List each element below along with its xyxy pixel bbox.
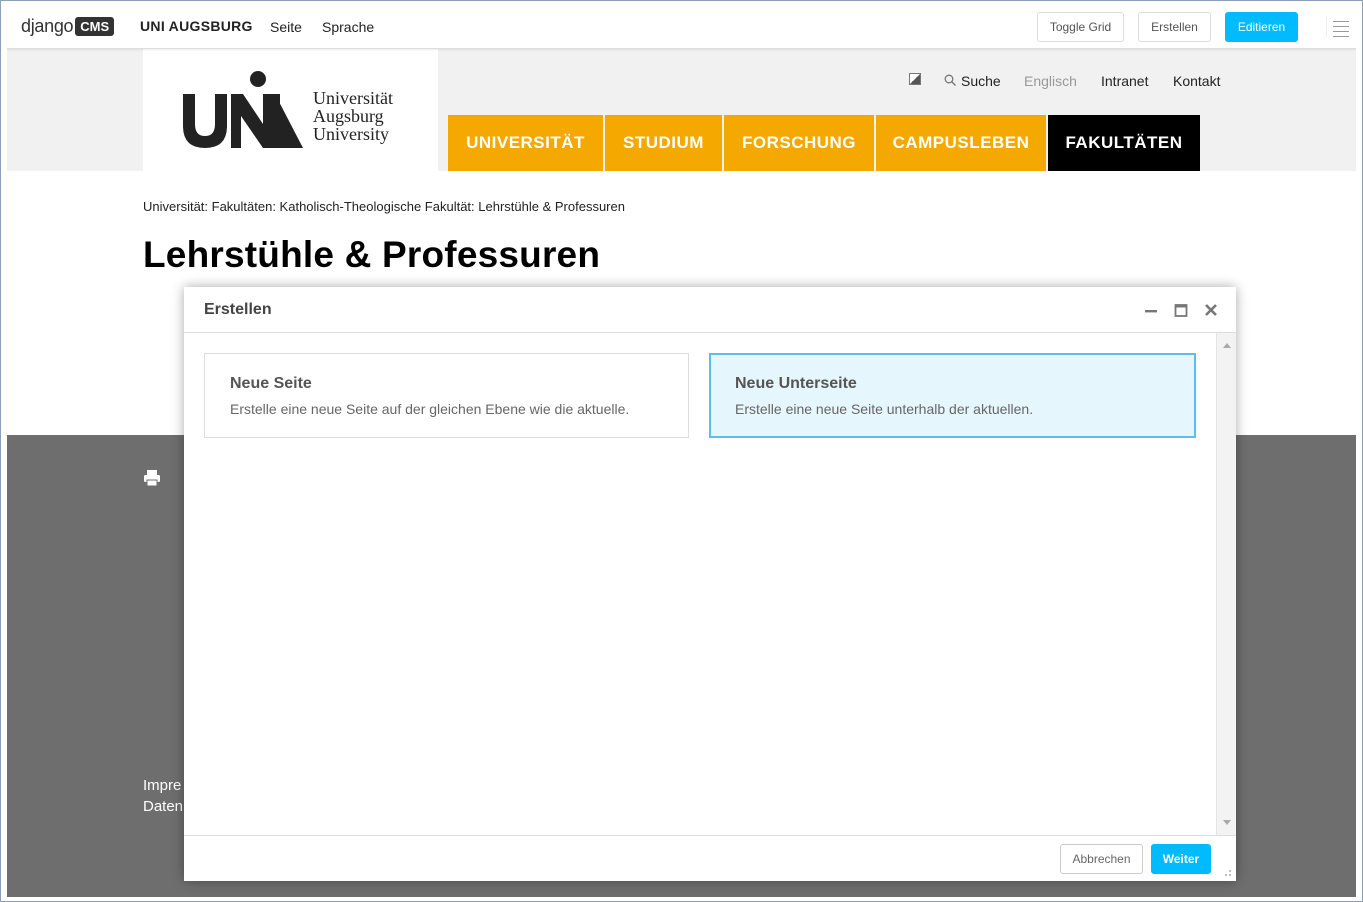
logo-wordmark: Universität Augsburg University: [313, 89, 393, 143]
browser-window: django CMS UNI AUGSBURG Seite Sprache To…: [0, 0, 1363, 902]
university-logo[interactable]: Universität Augsburg University: [143, 49, 438, 171]
toggle-grid-button[interactable]: Toggle Grid: [1037, 12, 1124, 42]
contact-link[interactable]: Kontakt: [1173, 73, 1220, 89]
dialog-footer: Abbrechen Weiter: [184, 835, 1236, 881]
main-navigation: UNIVERSITÄT STUDIUM FORSCHUNG CAMPUSLEBE…: [448, 115, 1202, 171]
contrast-icon[interactable]: [909, 73, 921, 85]
create-dialog: Erstellen Neue Seite Erstelle eine neue …: [184, 287, 1236, 881]
dialog-body: Neue Seite Erstelle eine neue Seite auf …: [184, 333, 1216, 835]
nav-forschung[interactable]: FORSCHUNG: [724, 115, 874, 171]
minimize-icon[interactable]: [1142, 301, 1160, 319]
footer-link-privacy[interactable]: Daten: [143, 798, 183, 815]
nav-fakultaeten[interactable]: FAKULTÄTEN: [1048, 115, 1200, 171]
search-link[interactable]: Suche: [961, 73, 1001, 89]
site-header: Universität Augsburg University Suche En…: [7, 49, 1356, 171]
django-cms-logo[interactable]: django CMS: [21, 14, 115, 38]
search-icon[interactable]: [944, 74, 956, 86]
breadcrumb[interactable]: Universität: Fakultäten: Katholisch-Theo…: [143, 199, 625, 214]
logo-text: django: [21, 15, 74, 36]
page-menu[interactable]: Seite: [270, 19, 302, 35]
option-new-subpage[interactable]: Neue Unterseite Erstelle eine neue Seite…: [709, 353, 1196, 438]
logo-line-2: Augsburg: [313, 106, 384, 126]
option-description: Erstelle eine neue Seite unterhalb der a…: [735, 401, 1034, 417]
scroll-down-icon[interactable]: [1223, 820, 1231, 825]
next-button[interactable]: Weiter: [1151, 844, 1211, 874]
option-new-page[interactable]: Neue Seite Erstelle eine neue Seite auf …: [204, 353, 689, 438]
page-viewport: django CMS UNI AUGSBURG Seite Sprache To…: [7, 3, 1356, 897]
uni-logo-mark-icon: [183, 71, 303, 148]
nav-universitaet[interactable]: UNIVERSITÄT: [448, 115, 603, 171]
language-link[interactable]: Englisch: [1024, 73, 1077, 89]
edit-button[interactable]: Editieren: [1225, 12, 1298, 42]
language-menu[interactable]: Sprache: [322, 19, 374, 35]
maximize-icon[interactable]: [1172, 301, 1190, 319]
intranet-link[interactable]: Intranet: [1101, 73, 1148, 89]
cms-toolbar: django CMS UNI AUGSBURG Seite Sprache To…: [7, 3, 1356, 49]
hamburger-icon[interactable]: [1326, 17, 1350, 37]
page-title: Lehrstühle & Professuren: [143, 234, 601, 275]
dialog-scrollbar[interactable]: [1216, 333, 1236, 835]
create-button[interactable]: Erstellen: [1138, 12, 1211, 42]
logo-badge: CMS: [75, 16, 115, 36]
logo-line-3: University: [313, 124, 389, 144]
site-name-menu[interactable]: UNI AUGSBURG: [140, 18, 253, 34]
footer-link-imprint[interactable]: Impre: [143, 777, 181, 794]
logo-line-1: Universität: [313, 88, 393, 108]
dialog-title: Erstellen: [204, 301, 272, 318]
scroll-up-icon[interactable]: [1223, 343, 1231, 348]
resize-grip-icon[interactable]: [1222, 867, 1232, 877]
nav-studium[interactable]: STUDIUM: [605, 115, 722, 171]
close-icon[interactable]: [1202, 301, 1220, 319]
print-icon[interactable]: [143, 469, 161, 487]
nav-campusleben[interactable]: CAMPUSLEBEN: [876, 115, 1046, 171]
option-description: Erstelle eine neue Seite auf der gleiche…: [230, 401, 630, 417]
cancel-button[interactable]: Abbrechen: [1060, 844, 1143, 874]
option-title: Neue Seite: [230, 375, 312, 392]
option-title: Neue Unterseite: [735, 375, 857, 392]
dialog-header: Erstellen: [184, 287, 1236, 333]
